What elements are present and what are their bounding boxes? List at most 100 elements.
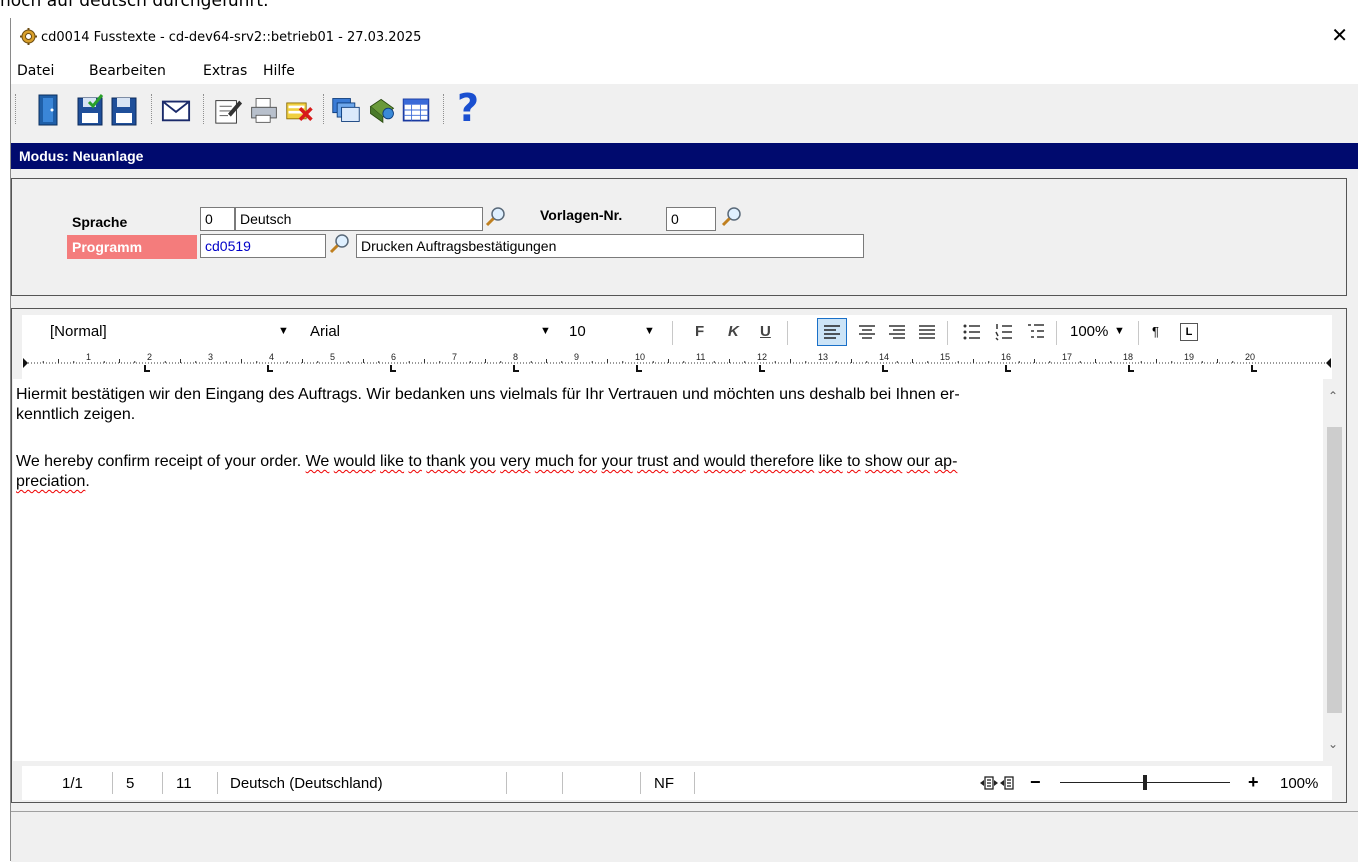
misspelled-word: would [333,453,376,470]
document-area[interactable]: Hiermit bestätigen wir den Eingang des A… [13,379,1323,761]
zoom-select[interactable]: 100% [1070,323,1108,340]
right-indent-marker[interactable] [1326,358,1331,368]
gear-icon [20,28,37,45]
menu-datei[interactable]: Datei [17,63,54,79]
search-icon[interactable] [720,205,744,229]
scrollbar-thumb[interactable] [1327,427,1342,713]
misspelled-words: We would like to thank you very much for… [306,453,958,470]
programm-label: Programm [72,239,143,255]
search-icon[interactable] [484,205,508,229]
exit-door-icon[interactable] [33,92,63,128]
printer-icon[interactable] [249,92,279,128]
ruler-number: 9 [574,352,579,362]
left-indent-marker[interactable] [23,358,28,368]
bookmark-icon[interactable] [367,92,397,128]
tab-stop-marker[interactable] [267,365,273,372]
multilevel-list-button[interactable] [1026,322,1046,342]
numbered-list-button[interactable] [994,322,1014,342]
vorlagen-field[interactable]: 0 [666,207,716,231]
status-page: 1/1 [62,775,83,792]
ruler[interactable]: 1 2 3 4 5 6 7 8 9 10 11 12 13 14 15 16 17 18 19 20 [22,349,1332,379]
help-question-icon[interactable]: ? [457,86,479,130]
save-check-icon[interactable] [75,92,105,128]
align-justify-button[interactable] [917,322,937,342]
misspelled-word: our [906,453,930,470]
background-text: noch auf deutsch durchgeführt. [0,0,269,11]
misspelled-word: preciation [16,473,86,490]
status-mode: NF [654,775,674,792]
misspelled-word: We [305,453,330,470]
status-language[interactable]: Deutsch (Deutschland) [230,775,383,792]
tab-stop-marker[interactable] [1251,365,1257,372]
delete-red-x-icon[interactable] [285,92,315,128]
ruler-number: 20 [1245,352,1255,362]
edit-form-icon[interactable] [213,92,243,128]
toolbar-separator [323,94,326,124]
zoom-slider-thumb[interactable] [1143,775,1147,790]
misspelled-word: like [380,453,405,470]
sprache-label: Sprache [72,214,128,230]
sprache-code-field[interactable]: 0 [200,207,235,231]
style-select[interactable]: [Normal] [50,323,107,340]
ruler-number: 6 [391,352,396,362]
grid-table-icon[interactable] [401,92,431,128]
ruler-number: 16 [1001,352,1011,362]
ruler-number: 8 [513,352,518,362]
chevron-down-icon[interactable]: ▼ [540,325,551,337]
app-window: cd0014 Fusstexte - cd-dev64-srv2::betrie… [10,18,1358,862]
ruler-number: 12 [757,352,767,362]
save-icon[interactable] [109,92,139,128]
menu-bearbeiten[interactable]: Bearbeiten [89,63,166,79]
sprache-name-field[interactable]: Deutsch [235,207,483,231]
zoom-in-button[interactable]: + [1248,772,1259,793]
misspelled-word: thank [426,453,466,470]
underline-button[interactable]: U [760,323,771,340]
vorlagen-label: Vorlagen-Nr. [540,207,623,223]
ruler-number: 17 [1062,352,1072,362]
align-center-button[interactable] [857,322,877,342]
misspelled-word: would [703,453,746,470]
chevron-down-icon[interactable]: ▼ [1114,325,1125,337]
menu-extras[interactable]: Extras [203,63,247,79]
tab-stop-marker[interactable] [1005,365,1011,372]
tab-stop-marker[interactable] [636,365,642,372]
envelope-icon[interactable] [161,92,191,128]
tab-stop-marker[interactable] [759,365,765,372]
search-icon[interactable] [328,232,352,256]
tab-stop-marker[interactable] [882,365,888,372]
window-title: cd0014 Fusstexte - cd-dev64-srv2::betrie… [41,30,422,45]
chevron-down-icon[interactable]: ▼ [644,325,655,337]
scroll-down-arrow-icon[interactable]: ⌄ [1328,737,1338,751]
ruler-number: 13 [818,352,828,362]
windows-stack-icon[interactable] [331,92,361,128]
italic-button[interactable]: K [728,323,739,340]
tab-stop-marker[interactable] [513,365,519,372]
font-select[interactable]: Arial [310,323,340,340]
align-right-button[interactable] [887,322,907,342]
tab-stop-marker[interactable] [390,365,396,372]
status-divider [506,772,507,794]
chevron-down-icon[interactable]: ▼ [278,325,289,337]
menu-hilfe[interactable]: Hilfe [263,63,295,79]
tab-stop-button[interactable]: L [1180,323,1198,341]
ruler-number: 5 [330,352,335,362]
toolbar-divider [947,321,948,345]
misspelled-word: to [847,453,861,470]
size-select[interactable]: 10 [569,323,586,340]
tab-stop-marker[interactable] [144,365,150,372]
view-layout-icon[interactable] [980,774,1020,792]
status-divider [640,772,641,794]
scroll-up-arrow-icon[interactable]: ⌃ [1328,389,1338,403]
tab-stop-marker[interactable] [1128,365,1134,372]
misspelled-word: you [469,453,496,470]
ruler-number: 4 [269,352,274,362]
programm-field[interactable]: cd0519 [200,234,326,258]
ruler-number: 15 [940,352,950,362]
vertical-scrollbar[interactable]: ⌃ ⌄ [1323,379,1346,761]
pilcrow-button[interactable]: ¶ [1152,324,1159,339]
close-button[interactable]: ✕ [1331,24,1348,46]
align-left-button[interactable] [817,318,847,346]
bold-button[interactable]: F [695,323,704,340]
zoom-out-button[interactable]: − [1030,772,1041,793]
bullet-list-button[interactable] [962,322,982,342]
